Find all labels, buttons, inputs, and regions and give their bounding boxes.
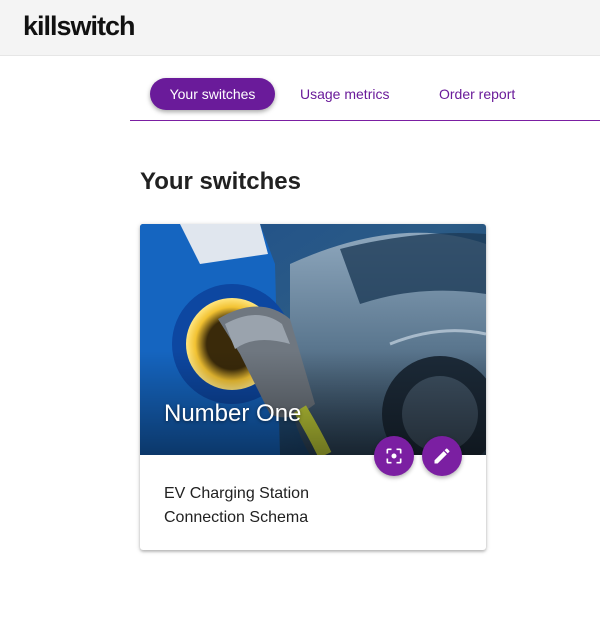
app-logo[interactable]: killswitch	[23, 11, 136, 42]
card-image: Number One	[140, 224, 486, 455]
edit-switch-button[interactable]	[422, 436, 462, 476]
page-title: Your switches	[140, 168, 301, 195]
tab-your-switches[interactable]: Your switches	[150, 78, 275, 110]
tab-bar: Your switches Usage metrics Order report	[130, 78, 600, 121]
switch-card[interactable]: Number One EV Charging Station Connectio…	[140, 224, 486, 550]
edit-pencil-icon	[434, 448, 450, 464]
center-focus-icon	[386, 448, 402, 464]
card-description-line: Connection Schema	[164, 509, 309, 526]
tab-usage-metrics[interactable]: Usage metrics	[300, 78, 389, 110]
card-description-line: EV Charging Station	[164, 485, 309, 502]
card-title: Number One	[164, 400, 302, 427]
view-switch-button[interactable]	[374, 436, 414, 476]
app-header: killswitch	[0, 0, 600, 56]
card-description: EV Charging Station Connection Schema	[164, 482, 454, 530]
tab-order-report[interactable]: Order report	[439, 78, 515, 110]
